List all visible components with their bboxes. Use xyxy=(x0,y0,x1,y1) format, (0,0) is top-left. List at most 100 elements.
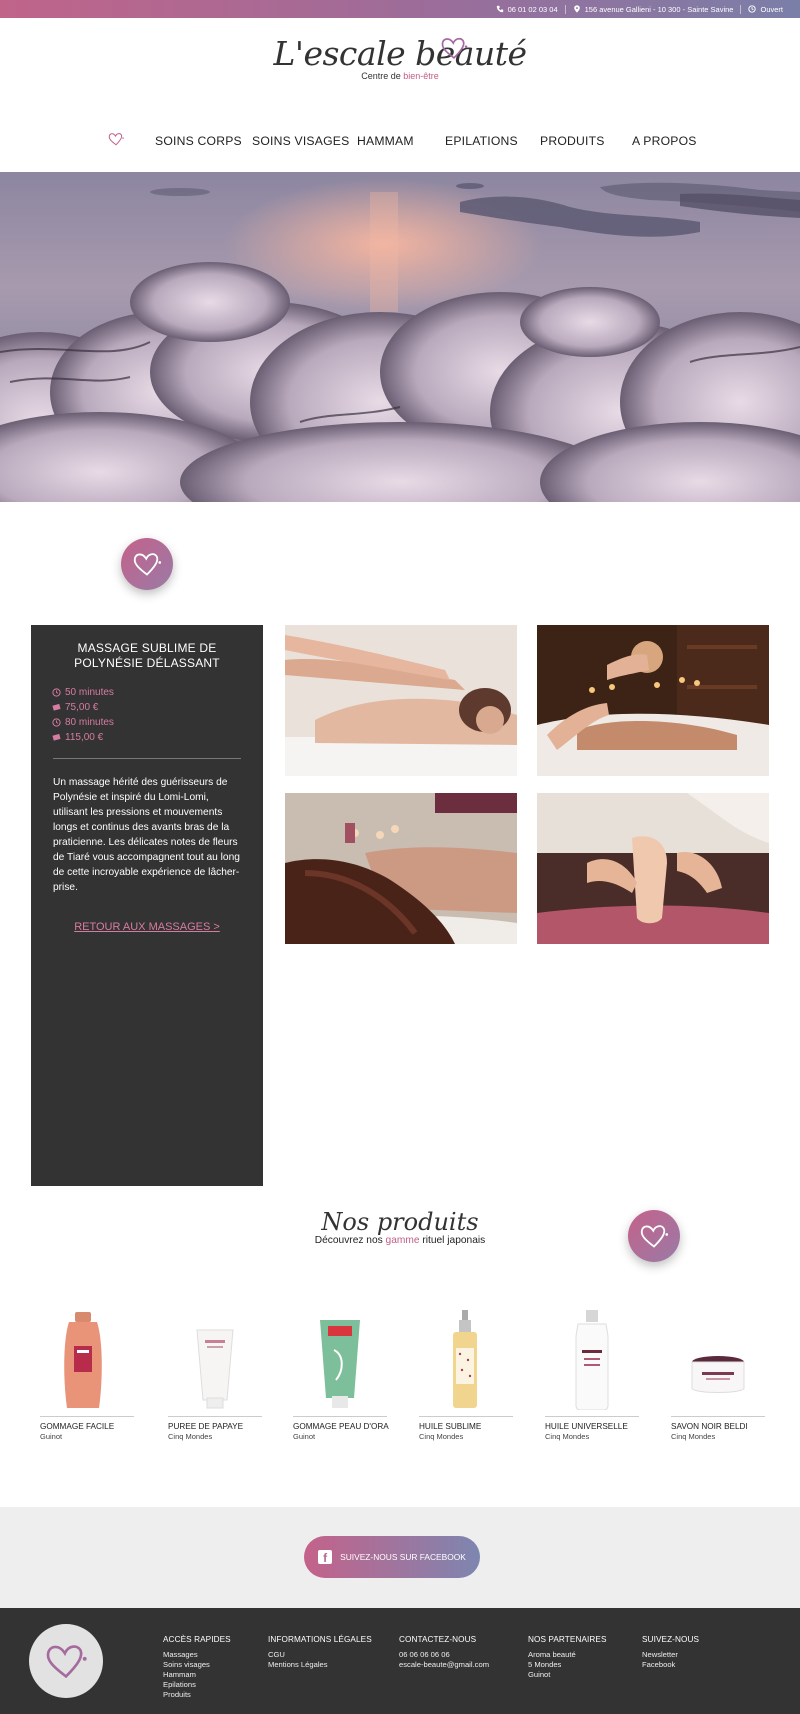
product-image xyxy=(671,1304,765,1410)
footer-col-quick-access: ACCÈS RAPIDES Massages Soins visages Ham… xyxy=(163,1635,231,1700)
footer-col-title: NOS PARTENAIRES xyxy=(528,1635,607,1644)
product-card[interactable]: GOMMAGE FACILE Guinot xyxy=(40,1304,134,1441)
tagline-accent: bien-être xyxy=(403,71,439,81)
product-brand: Cinq Mondes xyxy=(168,1432,213,1441)
heart-badge xyxy=(628,1210,680,1262)
back-to-massages-link[interactable]: RETOUR AUX MASSAGES > xyxy=(31,921,263,933)
photo-foot-massage[interactable] xyxy=(537,793,769,944)
product-bottle-white xyxy=(575,1310,609,1410)
site-logo[interactable]: L'escale beauté Centre de bien-être xyxy=(0,34,800,81)
photo-back-massage[interactable] xyxy=(285,625,517,776)
footer-link-facebook[interactable]: Facebook xyxy=(642,1660,699,1670)
location-pin-icon xyxy=(573,5,580,13)
product-name: HUILE SUBLIME xyxy=(419,1422,482,1431)
nav-item-epilations[interactable]: EPILATIONS xyxy=(445,134,518,148)
product-image xyxy=(40,1304,134,1410)
nav-item-a-propos[interactable]: A PROPOS xyxy=(632,134,697,148)
treatment-description: Un massage hérité des guérisseurs de Pol… xyxy=(53,777,240,893)
photo-hair-candles-image xyxy=(285,793,517,944)
footer-link-email[interactable]: escale-beaute@gmail.com xyxy=(399,1660,489,1670)
panel-divider xyxy=(53,758,241,759)
footer-link-hammam[interactable]: Hammam xyxy=(163,1670,231,1680)
product-card[interactable]: SAVON NOIR BELDI Cinq Mondes xyxy=(671,1304,765,1441)
footer-link-soins-visages[interactable]: Soins visages xyxy=(163,1660,231,1670)
product-image xyxy=(419,1304,513,1410)
product-image xyxy=(545,1304,639,1410)
brand-tagline: Centre de bien-être xyxy=(0,71,800,81)
footer-logo[interactable] xyxy=(29,1624,103,1698)
product-brand: Cinq Mondes xyxy=(671,1432,716,1441)
footer-link-massages[interactable]: Massages xyxy=(163,1650,231,1660)
opening-status[interactable]: Ouvert xyxy=(741,5,790,14)
fact-text: 75,00 € xyxy=(65,702,99,713)
footer-col-title: CONTACTEZ-NOUS xyxy=(399,1635,477,1644)
product-image xyxy=(293,1304,387,1410)
product-name: PUREE DE PAPAYE xyxy=(168,1422,244,1431)
fact-text: 115,00 € xyxy=(65,732,104,743)
photo-oil-pour[interactable] xyxy=(537,625,769,776)
nav-item-soins-visages[interactable]: SOINS VISAGES xyxy=(252,134,349,148)
products-header: Nos produits Découvrez nos gamme rituel … xyxy=(0,1207,800,1246)
footer-link-produits[interactable]: Produits xyxy=(163,1690,231,1700)
top-bar: 06 01 02 03 04 156 avenue Gallieni - 10 … xyxy=(0,0,800,18)
product-divider xyxy=(671,1416,765,1417)
facebook-button-label: SUIVEZ-NOUS SUR FACEBOOK xyxy=(340,1552,466,1562)
product-card[interactable]: GOMMAGE PEAU D'ORA Guinot xyxy=(293,1304,389,1441)
facebook-icon: f xyxy=(318,1550,333,1564)
footer-link-cgu[interactable]: CGU xyxy=(268,1650,372,1660)
footer-link-newsletter[interactable]: Newsletter xyxy=(642,1650,699,1660)
facebook-follow-button[interactable]: f SUIVEZ-NOUS SUR FACEBOOK xyxy=(304,1536,480,1578)
phone-text: 06 01 02 03 04 xyxy=(507,4,558,14)
brand-name: L'escale beauté xyxy=(273,34,527,73)
nav-item-hammam[interactable]: HAMMAM xyxy=(357,134,414,148)
fact-text: 80 minutes xyxy=(65,717,114,728)
photo-hair-candles[interactable] xyxy=(285,793,517,944)
product-name: GOMMAGE FACILE xyxy=(40,1422,115,1431)
subtitle-suffix: rituel japonais xyxy=(419,1235,486,1246)
footer-link-mentions-legales[interactable]: Mentions Légales xyxy=(268,1660,372,1670)
product-card[interactable]: PUREE DE PAPAYE Cinq Mondes xyxy=(168,1304,262,1441)
clock-icon xyxy=(52,688,61,697)
heart-icon xyxy=(132,551,162,577)
address-info[interactable]: 156 avenue Gallieni - 10 300 - Sainte Sa… xyxy=(566,5,741,14)
treatment-facts: 50 minutes 75,00 € 80 minutes 115,00 € xyxy=(52,685,263,745)
photo-back-massage-image xyxy=(285,625,517,776)
product-brand: Guinot xyxy=(293,1432,316,1441)
nav-item-produits[interactable]: PRODUITS xyxy=(540,134,605,148)
product-divider xyxy=(293,1416,387,1417)
product-divider xyxy=(419,1416,513,1417)
product-name: GOMMAGE PEAU D'ORA xyxy=(293,1422,389,1431)
footer-link-guinot[interactable]: Guinot xyxy=(528,1670,607,1680)
product-card[interactable]: HUILE SUBLIME Cinq Mondes xyxy=(419,1304,513,1441)
footer-col-legal: INFORMATIONS LÉGALES CGU Mentions Légale… xyxy=(268,1635,372,1670)
photo-oil-pour-image xyxy=(537,625,769,776)
products-title: Nos produits xyxy=(321,1208,479,1236)
home-heart-icon[interactable] xyxy=(106,132,126,146)
status-text: Ouvert xyxy=(760,4,783,14)
treatment-title: MASSAGE SUBLIME DE POLYNÉSIE DÉLASSANT xyxy=(74,641,220,670)
fact-text: 50 minutes xyxy=(65,687,114,698)
footer-link-aroma-beaute[interactable]: Aroma beauté xyxy=(528,1650,607,1660)
footer-col-partners: NOS PARTENAIRES Aroma beauté 5 Mondes Gu… xyxy=(528,1635,607,1680)
phone-info[interactable]: 06 01 02 03 04 xyxy=(489,5,565,14)
footer-link-5-mondes[interactable]: 5 Mondes xyxy=(528,1660,607,1670)
nav-item-soins-corps[interactable]: SOINS CORPS xyxy=(155,134,242,148)
product-bottle-orange xyxy=(64,1312,102,1408)
footer-link-phone[interactable]: 06 06 06 06 06 xyxy=(399,1650,489,1660)
footer-col-title: SUIVEZ-NOUS xyxy=(642,1635,700,1644)
photo-foot-massage-image xyxy=(537,793,769,944)
ticket-icon xyxy=(52,733,61,741)
main-nav: SOINS CORPS SOINS VISAGES HAMMAM EPILATI… xyxy=(0,128,800,156)
subtitle-accent: gamme xyxy=(385,1235,420,1246)
product-name: HUILE UNIVERSELLE xyxy=(545,1422,628,1431)
fact-duration: 50 minutes xyxy=(52,685,263,700)
product-divider xyxy=(545,1416,639,1417)
ticket-icon xyxy=(52,703,61,711)
hero-image xyxy=(0,172,800,502)
product-card[interactable]: HUILE UNIVERSELLE Cinq Mondes xyxy=(545,1304,639,1441)
address-text: 156 avenue Gallieni - 10 300 - Sainte Sa… xyxy=(584,4,734,14)
product-name: SAVON NOIR BELDI xyxy=(671,1422,748,1431)
fact-duration: 80 minutes xyxy=(52,715,263,730)
clock-icon xyxy=(748,5,757,13)
footer-link-epilations[interactable]: Epilations xyxy=(163,1680,231,1690)
